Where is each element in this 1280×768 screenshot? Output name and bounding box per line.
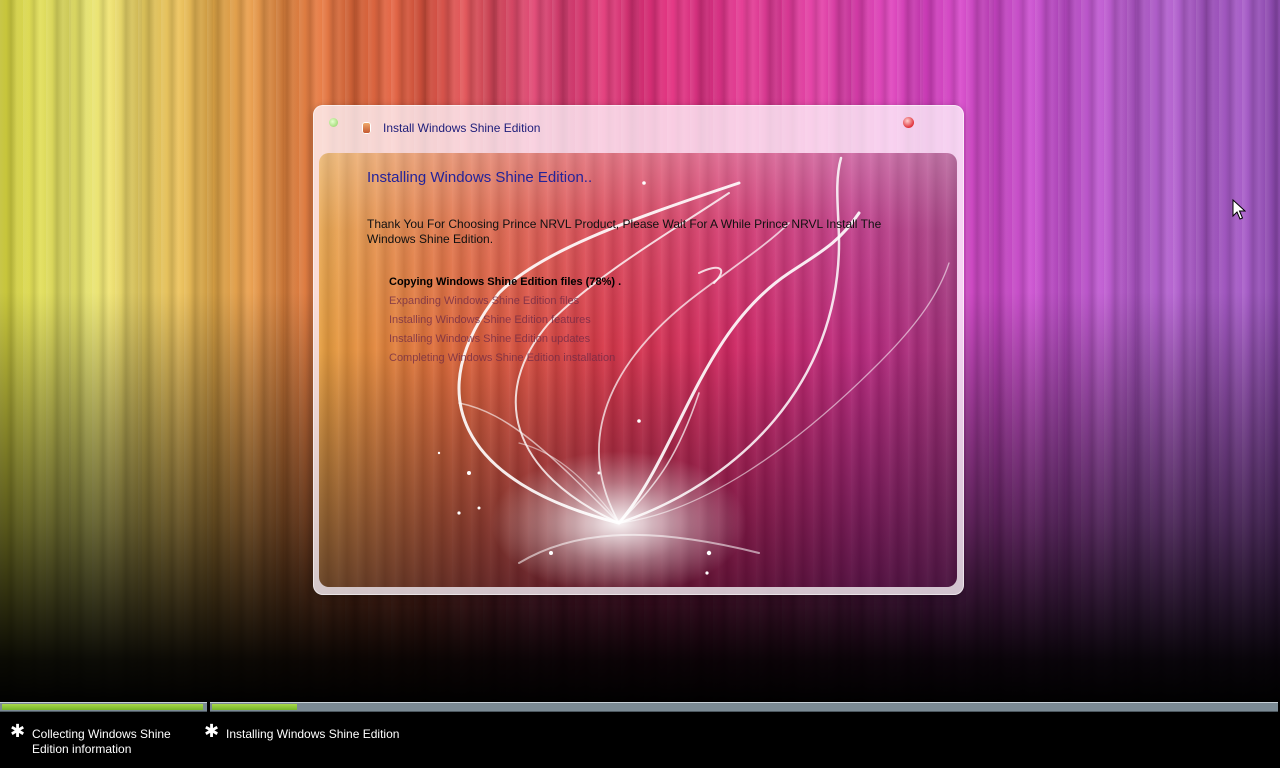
collecting-progress-bar bbox=[0, 702, 207, 712]
asterisk-icon: ✱ bbox=[10, 721, 26, 741]
install-steps-list: Copying Windows Shine Edition files (78%… bbox=[389, 273, 621, 368]
window-title: Install Windows Shine Edition bbox=[383, 121, 541, 135]
asterisk-icon: ✱ bbox=[204, 721, 220, 741]
step-installing-features: Installing Windows Shine Edition feature… bbox=[389, 314, 591, 326]
intro-text: Thank You For Choosing Prince NRVL Produ… bbox=[367, 217, 882, 246]
status-light-icon bbox=[329, 118, 338, 127]
setup-window: Install Windows Shine Edition Installing… bbox=[313, 105, 964, 595]
collecting-progress-fill bbox=[2, 704, 203, 710]
setup-icon bbox=[362, 122, 371, 134]
installing-progress-fill bbox=[212, 704, 297, 710]
step-installing-updates: Installing Windows Shine Edition updates bbox=[389, 333, 591, 345]
status-label: Installing Windows Shine Edition bbox=[226, 727, 400, 741]
step-expanding-files: Expanding Windows Shine Edition files bbox=[389, 295, 580, 307]
content-panel: Installing Windows Shine Edition.. Thank… bbox=[319, 153, 957, 587]
mouse-pointer-icon bbox=[1232, 199, 1246, 220]
install-heading: Installing Windows Shine Edition.. bbox=[367, 169, 593, 186]
status-label: Collecting Windows Shine Edition informa… bbox=[32, 727, 171, 756]
step-copying-files: Copying Windows Shine Edition files (78%… bbox=[389, 276, 622, 288]
close-button[interactable] bbox=[903, 117, 914, 128]
installing-progress-bar bbox=[210, 702, 1278, 712]
step-completing-installation: Completing Windows Shine Edition install… bbox=[389, 352, 616, 364]
title-bar[interactable]: Install Windows Shine Edition bbox=[313, 105, 964, 151]
